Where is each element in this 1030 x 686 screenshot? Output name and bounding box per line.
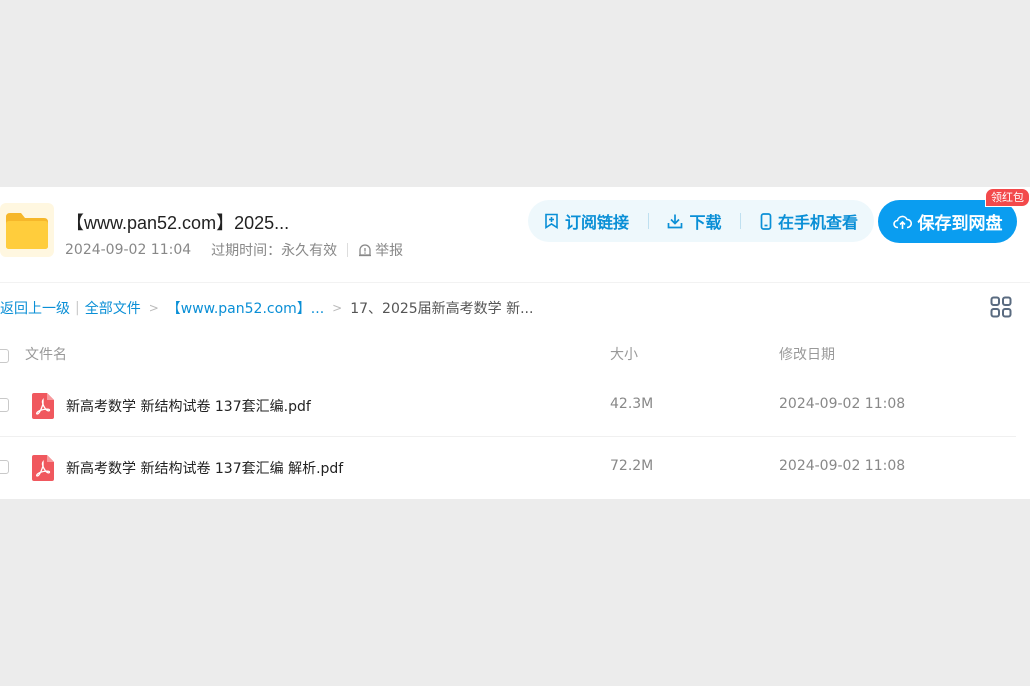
file-size: 72.2M [610,458,654,474]
report-link[interactable]: 举报 [358,240,403,260]
share-title: 【www.pan52.com】2025... [66,213,290,233]
select-all-checkbox[interactable] [0,349,9,363]
phone-view-label: 在手机查看 [777,213,858,232]
cloud-save-icon [892,215,912,229]
phone-icon [760,212,772,230]
action-bar: 订阅链接 下载 在手机查看 [528,200,874,242]
column-header-name[interactable]: 文件名 [25,344,67,364]
file-date: 2024-09-02 11:08 [779,396,906,412]
action-divider [740,213,742,229]
file-name[interactable]: 新高考数学 新结构试卷 137套汇编.pdf [66,396,311,416]
folder-link[interactable]: 【www.pan52.com】... [167,298,324,318]
grid-view-icon[interactable] [990,296,1012,318]
bookmark-add-icon [545,213,558,229]
subscribe-label: 订阅链接 [565,213,630,232]
breadcrumb-arrow: > [148,301,159,315]
column-header-size[interactable]: 大小 [610,344,638,364]
expire-label: 过期时间：永久有效 [211,243,338,259]
file-date: 2024-09-02 11:08 [779,458,906,474]
file-name[interactable]: 新高考数学 新结构试卷 137套汇编 解析.pdf [66,458,343,478]
phone-view-button[interactable]: 在手机查看 [760,209,858,233]
download-button[interactable]: 下载 [667,209,722,233]
download-label: 下载 [689,213,722,232]
alert-icon [359,244,372,257]
current-folder: 17、2025届新高考数学 新... [350,301,534,317]
download-icon [668,214,683,229]
table-row[interactable]: 新高考数学 新结构试卷 137套汇编 解析.pdf 72.2M 2024-09-… [0,436,1016,498]
row-checkbox[interactable] [0,398,9,412]
all-files-link[interactable]: 全部文件 [85,298,141,318]
share-date: 2024-09-02 11:04 [65,242,192,258]
share-meta: 2024-09-02 11:04 过期时间：永久有效 举报 [65,240,403,260]
report-label: 举报 [375,243,404,259]
action-divider [647,213,649,229]
subscribe-button[interactable]: 订阅链接 [544,209,629,233]
folder-icon [0,203,54,257]
pdf-icon [32,455,54,481]
file-size: 42.3M [610,396,654,412]
column-header-date[interactable]: 修改日期 [779,344,835,364]
pdf-icon [32,393,54,419]
header-divider [0,282,1030,283]
breadcrumb-arrow: > [332,301,343,315]
share-panel: 【www.pan52.com】2025... 2024-09-02 11:04 … [0,187,1030,499]
meta-divider [347,243,349,257]
breadcrumb: 返回上一级 | 全部文件 > 【www.pan52.com】... > 17、2… [0,298,533,318]
table-row[interactable]: 新高考数学 新结构试卷 137套汇编.pdf 42.3M 2024-09-02 … [0,374,1016,436]
red-packet-badge[interactable]: 领红包 [985,188,1030,207]
breadcrumb-pipe: | [75,300,80,316]
row-checkbox[interactable] [0,460,9,474]
back-link[interactable]: 返回上一级 [0,298,70,318]
save-label: 保存到网盘 [917,214,1003,234]
